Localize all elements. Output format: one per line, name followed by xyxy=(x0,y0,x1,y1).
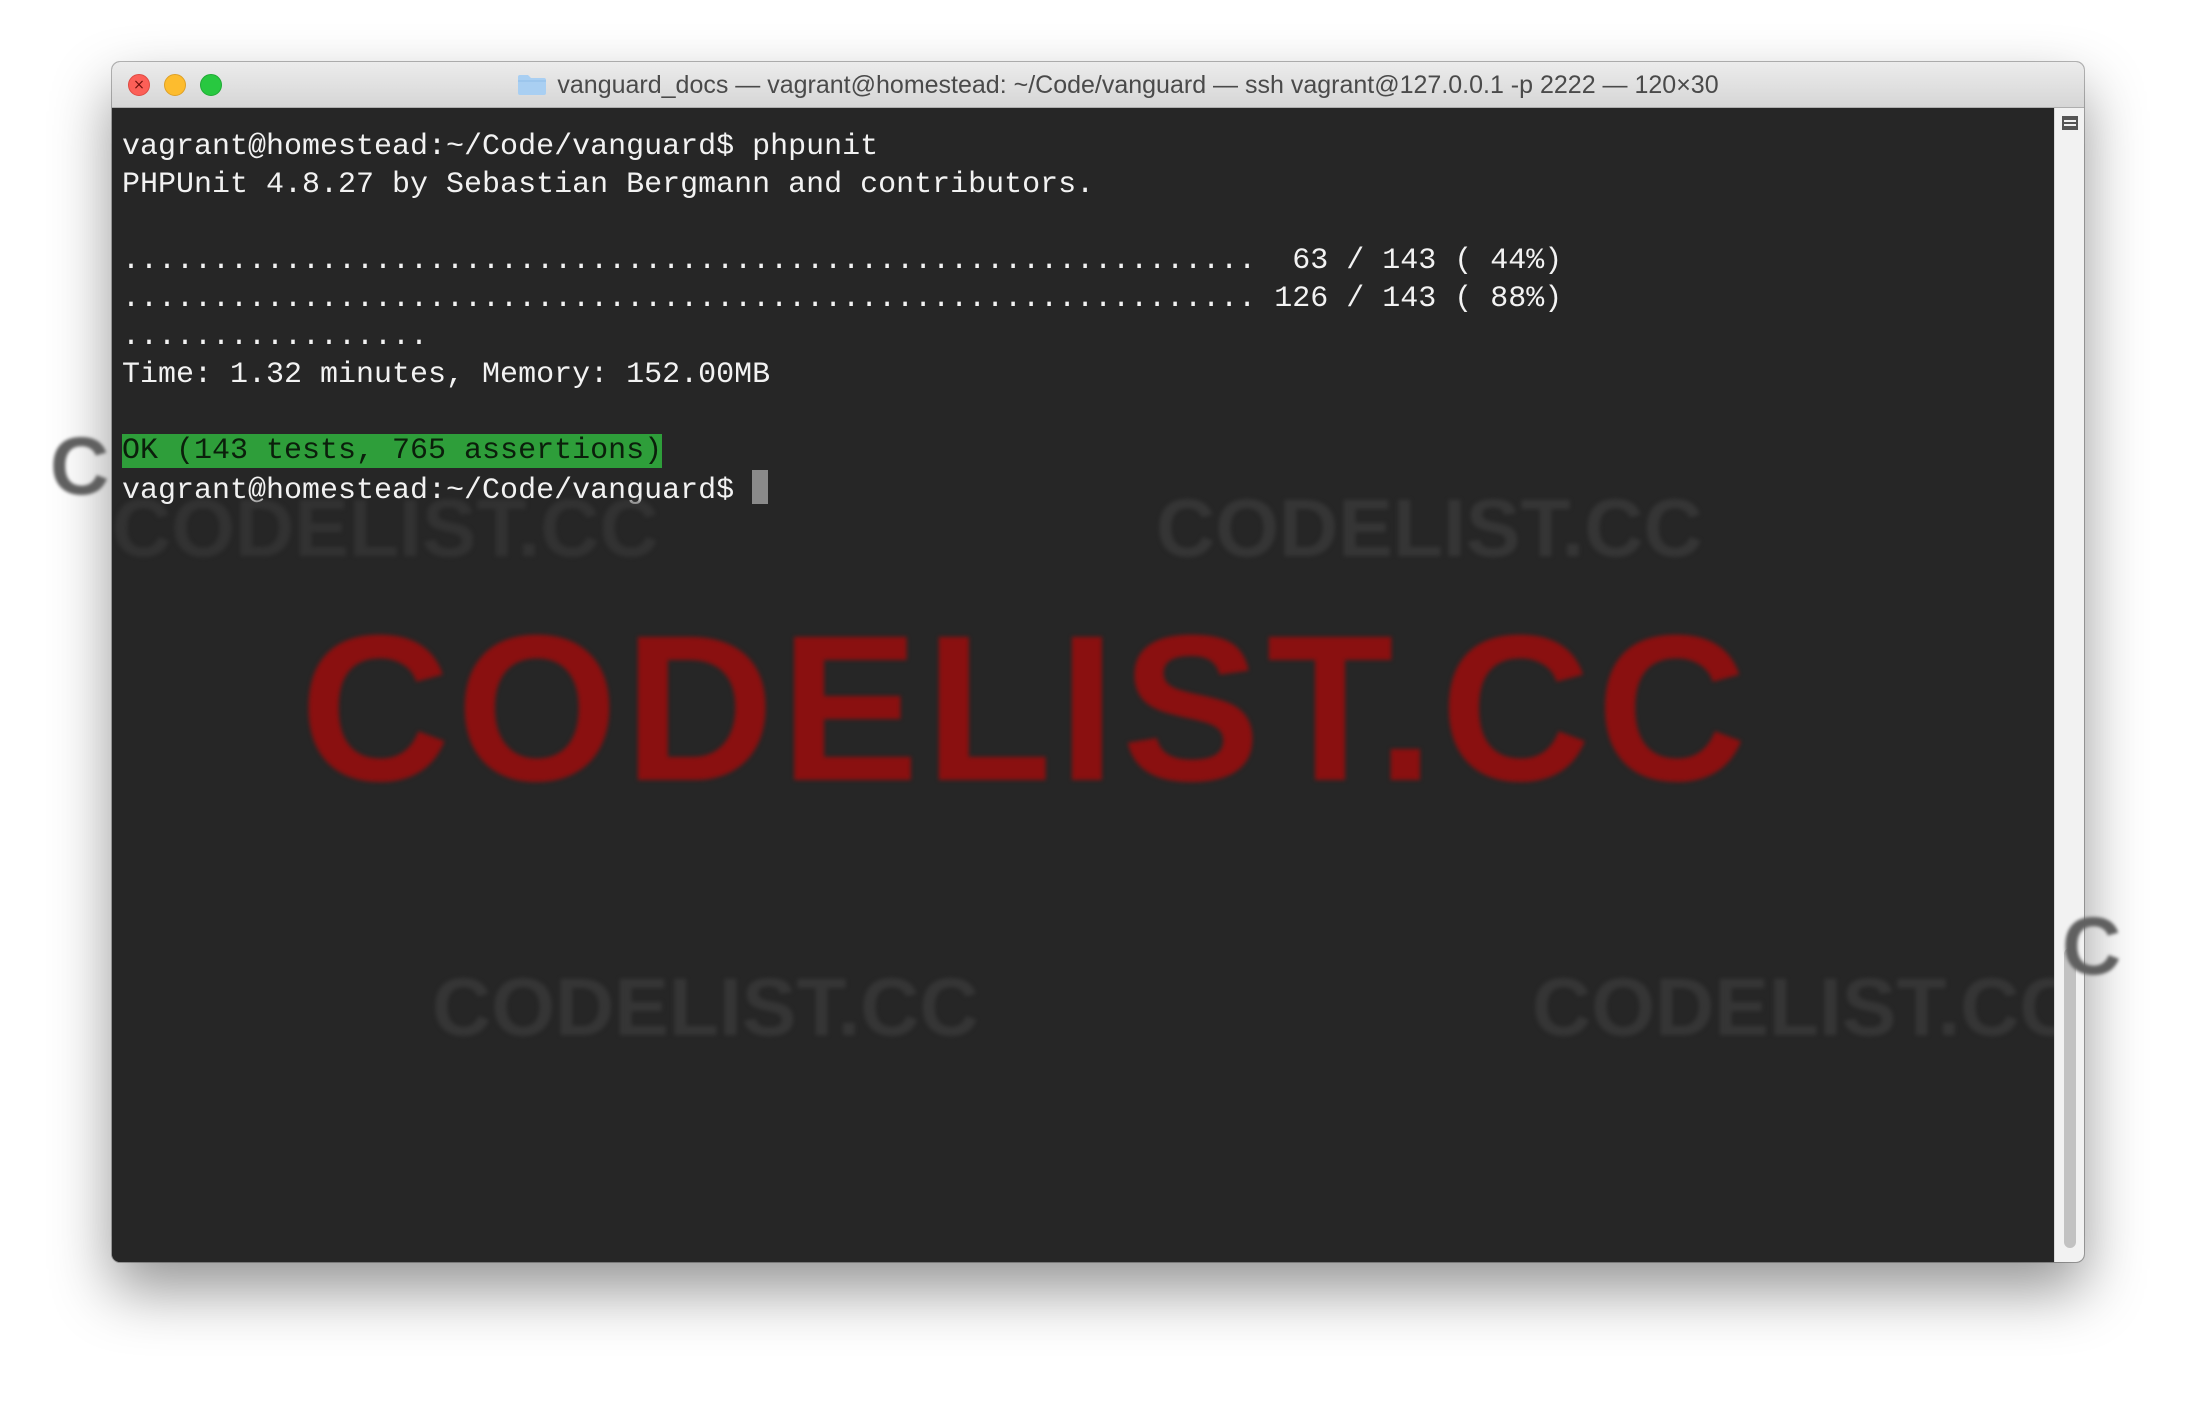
watermark-edge-letter-left: C xyxy=(50,421,110,512)
shell-prompt: vagrant@homestead:~/Code/vanguard$ xyxy=(122,474,753,508)
terminal-line: Time: 1.32 minutes, Memory: 152.00MB xyxy=(122,358,771,392)
terminal-line: vagrant@homestead:~/Code/vanguard$ phpun… xyxy=(122,130,879,164)
split-pane-icon[interactable] xyxy=(2062,116,2078,130)
terminal-line-ok: OK (143 tests, 765 assertions) xyxy=(122,432,663,470)
terminal-line: PHPUnit 4.8.27 by Sebastian Bergmann and… xyxy=(122,168,1095,202)
title-bar[interactable]: × vanguard_docs — vagrant@homestead: ~/C… xyxy=(112,62,2084,108)
folder-icon xyxy=(518,75,547,95)
terminal-window: × vanguard_docs — vagrant@homestead: ~/C… xyxy=(112,62,2084,1262)
terminal-prompt-line[interactable]: vagrant@homestead:~/Code/vanguard$ xyxy=(122,470,769,508)
vertical-scrollbar[interactable] xyxy=(2054,108,2084,1262)
terminal-line: ................. xyxy=(122,320,429,354)
terminal-line: ........................................… xyxy=(122,244,1563,278)
test-result-ok: OK (143 tests, 765 assertions) xyxy=(122,434,663,468)
watermark-edge-letter-right: C xyxy=(2062,901,2122,992)
terminal-cursor xyxy=(752,470,769,504)
window-title-area: vanguard_docs — vagrant@homestead: ~/Cod… xyxy=(112,62,2084,108)
watermark-bottom-right: CODELIST.CC xyxy=(1532,962,2054,1053)
terminal-output[interactable]: vagrant@homestead:~/Code/vanguard$ phpun… xyxy=(112,108,2054,1262)
watermark-top-right: CODELIST.CC xyxy=(1156,483,1703,574)
terminal-line: ........................................… xyxy=(122,282,1563,316)
watermark-bottom-left: CODELIST.CC xyxy=(432,962,979,1053)
page: × vanguard_docs — vagrant@homestead: ~/C… xyxy=(0,0,2194,1422)
window-title: vanguard_docs — vagrant@homestead: ~/Cod… xyxy=(557,70,1719,99)
